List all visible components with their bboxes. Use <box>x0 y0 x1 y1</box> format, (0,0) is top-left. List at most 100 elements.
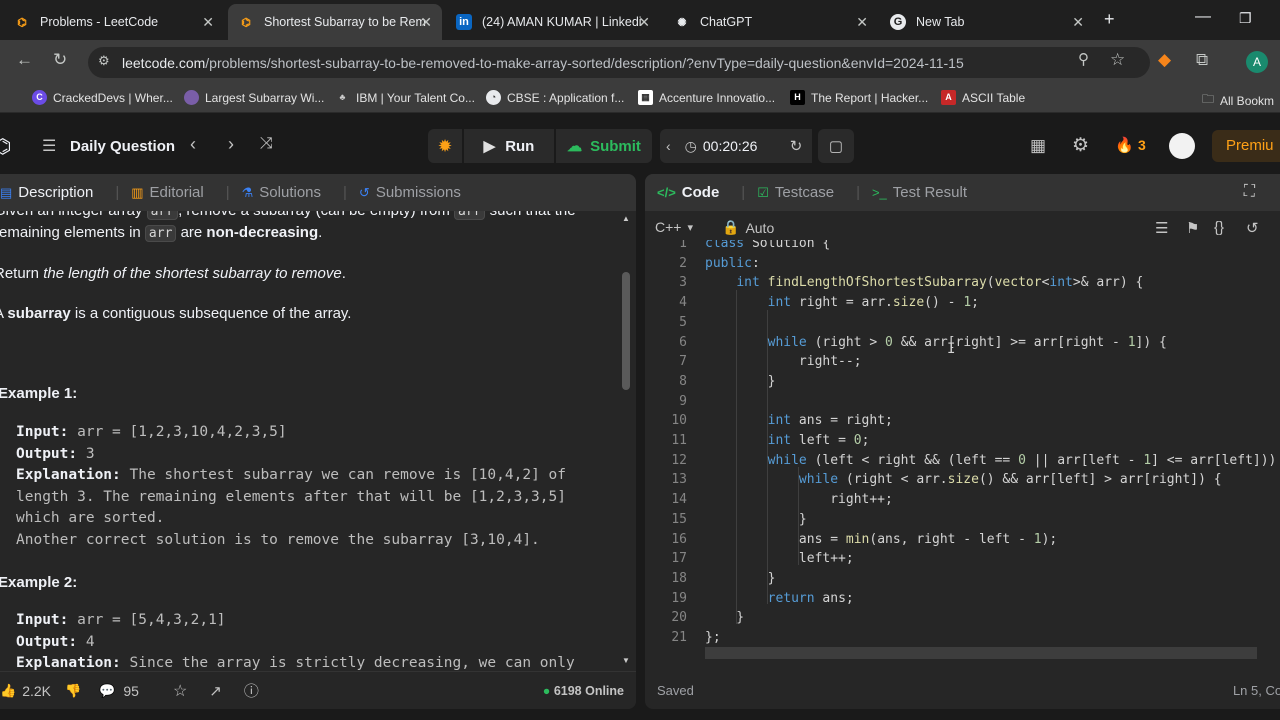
back-arrow-icon[interactable]: ← <box>16 50 33 70</box>
bookmark-cbse[interactable]: ◔ CBSE : Application f... <box>486 90 624 105</box>
tab-label: Solutions <box>259 184 322 201</box>
bookmark-crackeddevs[interactable]: C CrackedDevs | Wher... <box>32 90 173 105</box>
bookmark-ibm[interactable]: ♣ IBM | Your Talent Co... <box>335 90 475 105</box>
code-line: right++; <box>705 492 893 508</box>
user-avatar[interactable] <box>1169 133 1195 159</box>
format-lines-icon[interactable]: ☰ <box>1155 219 1168 237</box>
code-editor[interactable]: 1 class Solution {2 public: 3 int findLengt… <box>645 240 1280 660</box>
braces-icon[interactable]: {} <box>1214 219 1224 236</box>
leetcode-icon: ⌬ <box>17 16 27 29</box>
tab-label: Testcase <box>774 184 835 201</box>
language-select[interactable]: C++ ▾ <box>655 219 693 235</box>
bug-icon: ✹ <box>438 138 452 155</box>
tab-solutions[interactable]: ⚗ Solutions <box>242 184 321 201</box>
site-info-icon[interactable]: ⚙ <box>98 53 110 69</box>
url-path: /problems/shortest-subarray-to-be-remove… <box>205 54 964 71</box>
submit-button[interactable]: ☁ Submit <box>556 129 652 163</box>
description-footer: 👍 2.2K 👎 💬 95 ☆ ↗ ⓘ ● 6198 Online <box>0 671 636 709</box>
code-line: while (left < right && (left == 0 || arr… <box>767 452 1280 468</box>
reset-code-icon[interactable]: ↺ <box>1246 219 1259 237</box>
linkedin-icon: in <box>456 14 472 30</box>
auto-mode-toggle[interactable]: 🔒 Auto <box>722 219 774 236</box>
close-tab-icon[interactable]: ✕ <box>638 14 650 31</box>
minimize-window-icon[interactable]: — <box>1195 8 1211 26</box>
zoom-icon[interactable]: ⚲ <box>1078 50 1089 68</box>
tab-editorial[interactable]: ▥ Editorial <box>131 184 204 201</box>
bookmark-accenture[interactable]: ▦ Accenture Innovatio... <box>638 90 775 105</box>
code-line: return ans; <box>767 590 854 606</box>
profile-avatar[interactable]: A <box>1246 51 1268 73</box>
prev-question-icon[interactable]: ‹ <box>190 134 196 155</box>
browser-toolbar: ← ↻ ⚙ leetcode.com/problems/shortest-sub… <box>0 40 1280 85</box>
browser-tab-linkedin[interactable]: in (24) AMAN KUMAR | Linkedi ✕ <box>446 4 660 40</box>
browser-tab-shortest-subarray[interactable]: ⌬ Shortest Subarray to be Rem ✕ <box>228 4 442 40</box>
comment-icon[interactable]: 💬 <box>99 683 115 699</box>
bookmark-hackerrank[interactable]: H The Report | Hacker... <box>790 90 928 105</box>
bookmark-star-icon[interactable]: ☆ <box>1110 50 1125 70</box>
bookmark-ascii-table[interactable]: A ASCII Table <box>941 90 1025 105</box>
checkbox-icon: ☑ <box>757 184 769 200</box>
debug-button[interactable]: ✹ <box>428 129 462 163</box>
run-button[interactable]: ▶ Run <box>464 129 554 163</box>
extensions-icon[interactable]: ⧉ <box>1196 50 1208 70</box>
restore-window-icon[interactable]: ❐ <box>1239 10 1252 27</box>
line-number: 12 <box>671 452 687 468</box>
browser-tab-problems[interactable]: ⌬ Problems - LeetCode ✕ <box>4 4 224 40</box>
code-line: left++; <box>705 551 854 567</box>
address-bar[interactable]: ⚙ leetcode.com/problems/shortest-subarra… <box>88 47 1150 78</box>
thumbs-up-icon[interactable]: 👍 <box>0 683 16 699</box>
scrollbar-thumb[interactable] <box>622 272 630 390</box>
bookmark-largest-subarray[interactable]: Largest Subarray Wi... <box>184 90 324 105</box>
fullscreen-icon[interactable]: ⛶ <box>1244 183 1255 201</box>
code-line: ans = min(ans, right - left - 1); <box>705 531 1058 547</box>
bookmark-label: CBSE : Application f... <box>507 90 625 105</box>
line-number: 16 <box>671 531 687 547</box>
share-icon[interactable]: ↗ <box>209 682 222 700</box>
reload-icon[interactable]: ↻ <box>53 50 67 70</box>
tab-description[interactable]: ▤ Description <box>0 184 93 201</box>
daily-question-title[interactable]: Daily Question <box>70 138 175 155</box>
line-number: 3 <box>679 275 687 291</box>
help-icon[interactable]: ⓘ <box>244 680 259 701</box>
favorite-star-icon[interactable]: ☆ <box>173 681 187 701</box>
line-number: 19 <box>671 590 687 606</box>
scroll-down-icon[interactable]: ▼ <box>622 656 630 665</box>
example-1-block: Input: arr = [1,2,3,10,4,2,3,5] Output: … <box>16 424 566 548</box>
thumbs-down-icon[interactable]: 👎 <box>65 683 81 699</box>
online-dot-icon: ● <box>542 683 551 698</box>
settings-gear-icon[interactable]: ⚙ <box>1072 134 1089 157</box>
example-2-block: Input: arr = [5,4,3,2,1] Output: 4 Expla… <box>16 612 575 671</box>
tab-submissions[interactable]: ↺ Submissions <box>359 184 461 201</box>
problem-list-icon[interactable]: ☰ <box>42 136 56 156</box>
bookmark-icon[interactable]: ⚑ <box>1186 219 1199 237</box>
code-line: } <box>705 511 807 527</box>
bookmark-label: Accenture Innovatio... <box>659 90 776 105</box>
collapse-timer-icon[interactable]: ‹ <box>666 138 671 154</box>
horizontal-scrollbar[interactable] <box>705 647 1257 659</box>
streak-fire-icon[interactable]: 🔥 <box>1115 136 1134 154</box>
tab-testcase[interactable]: ☑ Testcase <box>757 184 834 201</box>
bookmarks-bar: C CrackedDevs | Wher... Largest Subarray … <box>0 85 1280 113</box>
reset-timer-button[interactable]: ↻ <box>780 129 812 163</box>
new-tab-plus-icon[interactable]: + <box>1104 9 1115 30</box>
browser-tab-chatgpt[interactable]: ✺ ChatGPT ✕ <box>664 4 878 40</box>
close-tab-icon[interactable]: ✕ <box>1072 14 1084 31</box>
all-bookmarks[interactable]: 🗀 All Bookm <box>1202 90 1274 111</box>
tab-test-result[interactable]: >_ Test Result <box>872 184 967 201</box>
example-2-title: Example 2: <box>0 574 78 591</box>
layout-grid-icon[interactable]: ▦ <box>1030 136 1046 156</box>
close-tab-icon[interactable]: ✕ <box>202 14 214 31</box>
metamask-icon[interactable]: ◆ <box>1158 50 1171 70</box>
close-tab-icon[interactable]: ✕ <box>420 14 432 31</box>
browser-tab-new-tab[interactable]: G New Tab ✕ <box>880 4 1094 40</box>
tab-code[interactable]: </> Code <box>657 184 719 201</box>
description-scrollbar[interactable]: ▲ ▼ <box>622 214 630 669</box>
flask-icon: ⚗ <box>241 184 254 200</box>
shuffle-icon[interactable]: ⤨ <box>260 135 273 153</box>
leetcode-logo-icon[interactable]: ⌬ <box>0 134 11 159</box>
close-tab-icon[interactable]: ✕ <box>856 14 868 31</box>
next-question-icon[interactable]: › <box>228 134 234 155</box>
scroll-up-icon[interactable]: ▲ <box>622 214 630 223</box>
notes-button[interactable]: ▢ <box>818 129 854 163</box>
premium-button[interactable]: Premiu <box>1212 130 1280 162</box>
